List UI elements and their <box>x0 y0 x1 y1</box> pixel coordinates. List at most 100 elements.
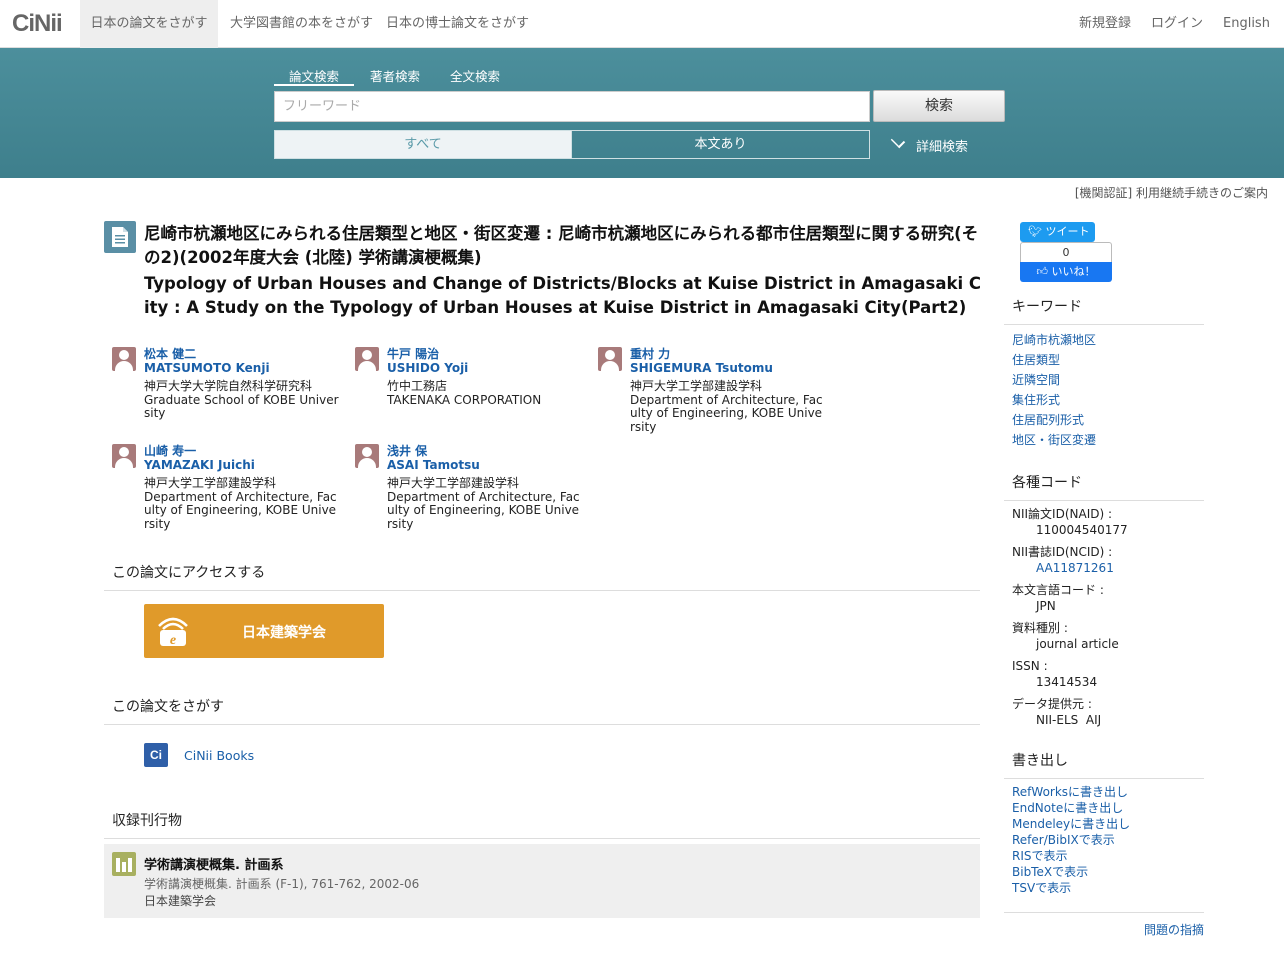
author-name-en[interactable]: USHIDO Yoji <box>387 361 587 375</box>
search-tab-authors[interactable]: 著者検索 <box>370 66 420 86</box>
author-avatar-icon <box>355 347 379 371</box>
export-refer-link[interactable]: Refer/BibIXで表示 <box>1012 832 1130 848</box>
language-value: JPN <box>1036 599 1056 613</box>
journal-icon <box>112 852 136 876</box>
export-ris-link[interactable]: RISで表示 <box>1012 848 1130 864</box>
data-provider-value: NII-ELS AIJ <box>1036 713 1102 727</box>
export-heading: 書き出し <box>1004 750 1204 779</box>
author-card: 松本 健二 MATSUMOTO Kenji 神戸大学大学院自然科学研究科 Grad… <box>112 347 340 421</box>
journal-heading: 収録刊行物 <box>104 810 980 839</box>
author-card: 浅井 保 ASAI Tamotsu 神戸大学工学部建設学科 Department … <box>355 444 583 531</box>
journal-title[interactable]: 学術講演梗概集. 計画系 <box>144 854 283 873</box>
facebook-like-button[interactable]: 👍︎ いいね！ <box>1020 262 1112 282</box>
code-list: NII論文ID(NAID) : 110004540177 NII書誌ID(NCID… <box>1012 506 1128 734</box>
filter-fulltext-available[interactable]: 本文あり <box>571 130 870 159</box>
cinii-logo[interactable]: CiNii <box>12 10 63 38</box>
sidebar-divider <box>1004 912 1204 913</box>
author-avatar-icon <box>598 347 622 371</box>
e-access-icon: e <box>156 614 190 652</box>
report-issue-link[interactable]: 問題の指摘 <box>1144 921 1204 938</box>
author-name-en[interactable]: MATSUMOTO Kenji <box>144 361 340 375</box>
export-tsv-link[interactable]: TSVで表示 <box>1012 880 1130 896</box>
author-avatar-icon <box>112 347 136 371</box>
search-tab-articles[interactable]: 論文検索 <box>274 66 354 86</box>
author-name-ja[interactable]: 牛戸 陽治 <box>387 347 587 361</box>
naid-value: 110004540177 <box>1036 523 1128 537</box>
advanced-search-label: 詳細検索 <box>916 140 969 155</box>
keyword-link[interactable]: 住居類型 <box>1012 350 1096 370</box>
code-label: ISSN : <box>1012 659 1048 673</box>
author-name-en[interactable]: SHIGEMURA Tsutomu <box>630 361 826 375</box>
author-name-ja[interactable]: 松本 健二 <box>144 347 340 361</box>
author-card: 牛戸 陽治 USHIDO Yoji 竹中工務店 TAKENAKA CORPORAT… <box>355 347 587 407</box>
author-affiliation: 神戸大学工学部建設学科 Department of Architecture, F… <box>387 476 580 531</box>
search-input[interactable] <box>274 91 870 122</box>
publisher-access-button[interactable]: e 日本建築学会 <box>144 604 384 658</box>
keyword-link[interactable]: 集住形式 <box>1012 390 1096 410</box>
author-name-ja[interactable]: 浅井 保 <box>387 444 583 458</box>
author-name-ja[interactable]: 山崎 寿一 <box>144 444 340 458</box>
search-tab-fulltext[interactable]: 全文検索 <box>450 66 500 86</box>
journal-box: 学術講演梗概集. 計画系 学術講演梗概集. 計画系 (F-1), 761-762… <box>104 844 980 918</box>
cinii-books-icon: Ci <box>144 743 168 767</box>
article-title-en: Typology of Urban Houses and Change of D… <box>144 274 981 317</box>
search-band: 論文検索 著者検索 全文検索 検索 すべて 本文あり 詳細検索 <box>0 48 1284 178</box>
institution-notice-link[interactable]: [機関認証] 利用継続手続きのご案内 <box>1075 184 1268 201</box>
export-endnote-link[interactable]: EndNoteに書き出し <box>1012 800 1130 816</box>
author-avatar-icon <box>112 444 136 468</box>
author-name-en[interactable]: ASAI Tamotsu <box>387 458 583 472</box>
keyword-list: 尼崎市杭瀬地区 住居類型 近隣空間 集住形式 住居配列形式 地区・街区変遷 <box>1012 330 1096 450</box>
find-heading: この論文をさがす <box>104 696 980 725</box>
like-count: 0 <box>1020 242 1112 262</box>
author-affiliation: 神戸大学工学部建設学科 Department of Architecture, F… <box>630 379 823 434</box>
journal-publisher: 日本建築学会 <box>144 894 217 908</box>
article-title-ja: 尼崎市杭瀬地区にみられる住居類型と地区・街区変遷 : 尼崎市杭瀬地区にみられる都… <box>144 224 979 267</box>
document-icon <box>104 221 136 253</box>
twitter-bird-icon: 🐦︎ <box>1028 225 1042 238</box>
register-link[interactable]: 新規登録 <box>1079 0 1131 48</box>
code-label: NII論文ID(NAID) : <box>1012 507 1113 521</box>
author-name-ja[interactable]: 重村 力 <box>630 347 826 361</box>
publisher-access-label: 日本建築学会 <box>242 625 326 641</box>
codes-heading: 各種コード <box>1004 472 1204 501</box>
author-avatar-icon <box>355 444 379 468</box>
author-affiliation: 竹中工務店 TAKENAKA CORPORATION <box>387 379 542 407</box>
code-label: 本文言語コード : <box>1012 583 1104 597</box>
login-link[interactable]: ログイン <box>1151 0 1203 48</box>
nav-tab-articles[interactable]: 日本の論文をさがす <box>80 0 218 48</box>
export-refworks-link[interactable]: RefWorksに書き出し <box>1012 784 1130 800</box>
journal-detail: 学術講演梗概集. 計画系 (F-1), 761-762, 2002-06 <box>144 877 420 891</box>
advanced-search-toggle[interactable]: 詳細検索 <box>890 133 969 155</box>
chevron-down-icon <box>890 133 906 149</box>
keyword-link[interactable]: 近隣空間 <box>1012 370 1096 390</box>
filter-all[interactable]: すべて <box>274 130 572 159</box>
svg-text:e: e <box>170 633 176 648</box>
author-card: 重村 力 SHIGEMURA Tsutomu 神戸大学工学部建設学科 Depart… <box>598 347 826 434</box>
keyword-link[interactable]: 地区・街区変遷 <box>1012 430 1096 450</box>
thumbs-up-icon: 👍︎ <box>1036 265 1049 278</box>
keywords-heading: キーワード <box>1004 296 1204 325</box>
code-label: データ提供元 : <box>1012 697 1092 711</box>
ncid-link[interactable]: AA11871261 <box>1012 560 1128 576</box>
tweet-button[interactable]: 🐦︎ ツイート <box>1020 222 1095 242</box>
english-link[interactable]: English <box>1223 0 1270 48</box>
nav-tab-books[interactable]: 大学図書館の本をさがす <box>230 0 373 48</box>
export-mendeley-link[interactable]: Mendeleyに書き出し <box>1012 816 1130 832</box>
keyword-link[interactable]: 尼崎市杭瀬地区 <box>1012 330 1096 350</box>
access-heading: この論文にアクセスする <box>104 562 980 591</box>
keyword-link[interactable]: 住居配列形式 <box>1012 410 1096 430</box>
nav-tab-dissertations[interactable]: 日本の博士論文をさがす <box>386 0 529 48</box>
search-button[interactable]: 検索 <box>873 90 1005 122</box>
author-affiliation: 神戸大学工学部建設学科 Department of Architecture, F… <box>144 476 337 531</box>
export-list: RefWorksに書き出し EndNoteに書き出し Mendeleyに書き出し… <box>1012 784 1130 896</box>
code-label: NII書誌ID(NCID) : <box>1012 545 1113 559</box>
issn-value: 13414534 <box>1036 675 1098 689</box>
author-name-en[interactable]: YAMAZAKI Juichi <box>144 458 340 472</box>
export-bibtex-link[interactable]: BibTeXで表示 <box>1012 864 1130 880</box>
resource-type-value: journal article <box>1036 637 1119 651</box>
top-nav: CiNii 日本の論文をさがす 大学図書館の本をさがす 日本の博士論文をさがす … <box>0 0 1284 48</box>
author-card: 山崎 寿一 YAMAZAKI Juichi 神戸大学工学部建設学科 Departm… <box>112 444 340 531</box>
cinii-books-link[interactable]: CiNii Books <box>184 748 254 763</box>
code-label: 資料種別 : <box>1012 621 1068 635</box>
author-affiliation: 神戸大学大学院自然科学研究科 Graduate School of KOBE Un… <box>144 379 339 420</box>
